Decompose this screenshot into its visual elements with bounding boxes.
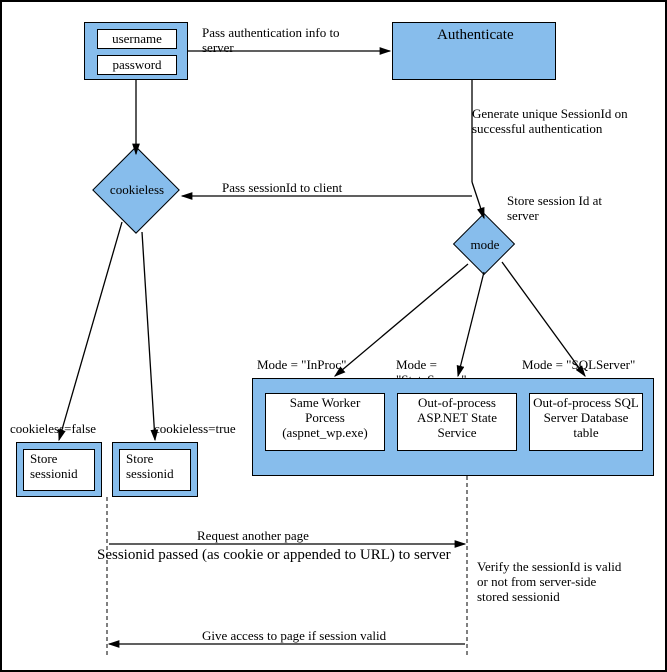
- store-false-box: Store sessionid: [23, 449, 95, 491]
- store-false-container: Store sessionid: [16, 442, 102, 497]
- mode-inproc-label: Mode = "InProc": [257, 358, 346, 373]
- login-box: username password: [84, 22, 188, 80]
- verify-label: Verify the sessionId is valid or not fro…: [477, 560, 622, 605]
- give-access-label: Give access to page if session valid: [202, 629, 386, 644]
- cookieless-true-label: cookieless=true: [154, 422, 236, 437]
- mode-sqlserver-label: Mode = "SQLServer": [522, 358, 635, 373]
- sqlserver-box: Out-of-process SQL Server Database table: [529, 393, 643, 451]
- username-field: username: [97, 29, 177, 49]
- store-session-label: Store session Id at server: [507, 194, 617, 224]
- store-true-container: Store sessionid: [112, 442, 198, 497]
- password-field: password: [97, 55, 177, 75]
- authenticate-box: Authenticate: [392, 22, 556, 80]
- pass-auth-label: Pass authentication info to server: [202, 26, 342, 56]
- inproc-box: Same Worker Porcess (aspnet_wp.exe): [265, 393, 385, 451]
- mode-container: Same Worker Porcess (aspnet_wp.exe) Out-…: [252, 378, 654, 476]
- diagram-canvas: username password Authenticate cookieles…: [0, 0, 667, 672]
- mode-decision: [453, 213, 515, 275]
- passed-label: Sessionid passed (as cookie or appended …: [97, 547, 457, 564]
- authenticate-title: Authenticate: [437, 27, 514, 44]
- gen-session-label: Generate unique SessionId on successful …: [472, 107, 632, 137]
- pass-session-label: Pass sessionId to client: [222, 181, 342, 196]
- stateserver-box: Out-of-process ASP.NET State Service: [397, 393, 517, 451]
- cookieless-false-label: cookieless=false: [10, 422, 96, 437]
- request-label: Request another page: [197, 529, 309, 544]
- cookieless-decision: [92, 146, 180, 234]
- store-true-box: Store sessionid: [119, 449, 191, 491]
